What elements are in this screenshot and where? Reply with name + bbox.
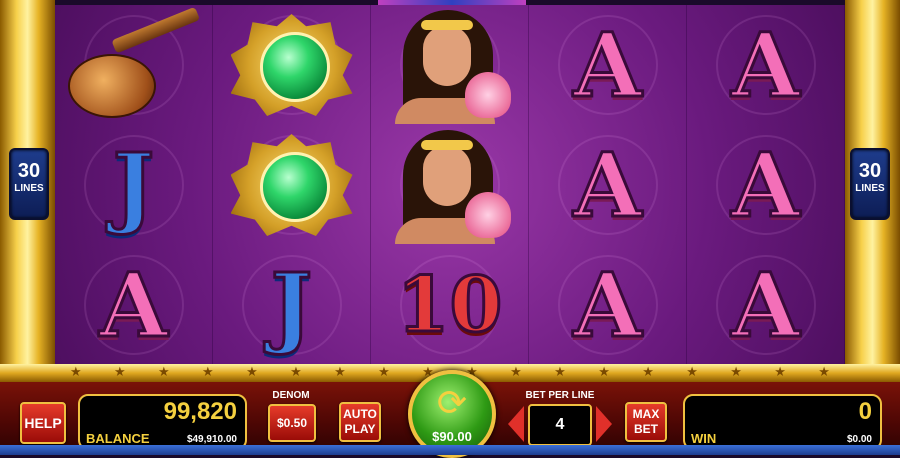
paylines-number: 30 xyxy=(858,160,882,182)
star-icon: ★ xyxy=(378,365,390,380)
reel-5-row-3: A xyxy=(687,245,845,365)
letter-symbol: A xyxy=(730,253,801,357)
reel-5-row-1: A xyxy=(687,5,845,125)
paylines-number: 30 xyxy=(17,160,41,182)
letter-symbol: A xyxy=(730,13,801,117)
paylines-label: LINES xyxy=(855,183,885,194)
reel-1-row-2: J xyxy=(55,125,213,245)
win-credits: 0 xyxy=(858,398,872,425)
bet-decrease-button[interactable] xyxy=(508,406,524,442)
star-icon: ★ xyxy=(730,365,742,380)
reel-3-row-3: 10 xyxy=(371,245,529,365)
paylines-indicator-right: 30 LINES xyxy=(850,148,890,220)
denom-title: DENOM xyxy=(272,390,310,401)
reel-1-row-1 xyxy=(55,5,213,125)
bottom-blue-strip xyxy=(0,445,900,455)
autoplay-button[interactable]: AUTO PLAY xyxy=(339,402,381,442)
star-icon: ★ xyxy=(246,365,258,380)
reel-3-row-1 xyxy=(371,5,529,125)
star-icon: ★ xyxy=(334,365,346,380)
star-icon: ★ xyxy=(114,365,126,380)
star-icon: ★ xyxy=(510,365,522,380)
total-bet-amount: $90.00 xyxy=(432,429,472,444)
reel-3-row-2 xyxy=(371,125,529,245)
emerald-symbol xyxy=(227,130,357,240)
autoplay-label-2: PLAY xyxy=(344,422,376,436)
bet-increase-button[interactable] xyxy=(596,406,612,442)
max-bet-label-1: MAX xyxy=(632,407,660,421)
help-button[interactable]: HELP xyxy=(20,402,66,444)
letter-symbol: A xyxy=(572,133,643,237)
letter-symbol: A xyxy=(730,133,801,237)
spin-arrow-icon: ⟳ xyxy=(436,383,468,424)
letter-symbol: A xyxy=(98,253,169,357)
star-icon: ★ xyxy=(554,365,566,380)
letter-symbol: J xyxy=(269,253,314,357)
max-bet-label-2: BET xyxy=(634,422,658,436)
balance-meter: 99,820 BALANCE $49,910.00 xyxy=(78,394,247,450)
star-icon: ★ xyxy=(158,365,170,380)
bet-per-line-title: BET PER LINE xyxy=(525,390,595,401)
letter-symbol: A xyxy=(572,253,643,357)
balance-cash: $49,910.00 xyxy=(186,434,237,445)
star-icon: ★ xyxy=(202,365,214,380)
bet-per-line-value: 4 xyxy=(528,404,592,446)
paylines-indicator-left: 30 LINES xyxy=(9,148,49,220)
balance-credits: 99,820 xyxy=(163,398,237,425)
star-icon: ★ xyxy=(686,365,698,380)
autoplay-label-1: AUTO xyxy=(343,407,377,421)
reel-4-row-3: A xyxy=(529,245,687,365)
star-icon: ★ xyxy=(642,365,654,380)
reel-2-row-3: J xyxy=(213,245,371,365)
control-panel: HELP 99,820 BALANCE $49,910.00 DENOM $0.… xyxy=(0,370,900,458)
reel-grid: A A J A A A J 10 A A xyxy=(55,5,845,365)
star-icon: ★ xyxy=(818,365,830,380)
reel-4-row-2: A xyxy=(529,125,687,245)
reel-1-row-3: A xyxy=(55,245,213,365)
max-bet-button[interactable]: MAX BET xyxy=(625,402,667,442)
paylines-label: LINES xyxy=(14,183,44,194)
reel-4-row-1: A xyxy=(529,5,687,125)
win-meter: 0 WIN $0.00 xyxy=(683,394,882,450)
reel-2-row-2 xyxy=(213,125,371,245)
letter-symbol: A xyxy=(572,13,643,117)
reel-5-row-2: A xyxy=(687,125,845,245)
emerald-symbol xyxy=(227,10,357,120)
star-icon: ★ xyxy=(774,365,786,380)
star-icon: ★ xyxy=(70,365,82,380)
lady-symbol xyxy=(385,6,515,124)
letter-symbol: J xyxy=(111,133,156,237)
denom-button[interactable]: $0.50 xyxy=(268,404,316,442)
lady-symbol xyxy=(385,126,515,244)
star-icon: ★ xyxy=(598,365,610,380)
reel-2-row-1 xyxy=(213,5,371,125)
balance-label: BALANCE xyxy=(86,431,150,446)
star-icon: ★ xyxy=(290,365,302,380)
win-cash: $0.00 xyxy=(846,434,872,445)
win-label: WIN xyxy=(691,431,717,446)
ten-symbol: 10 xyxy=(395,260,504,349)
sitar-symbol xyxy=(64,6,204,120)
